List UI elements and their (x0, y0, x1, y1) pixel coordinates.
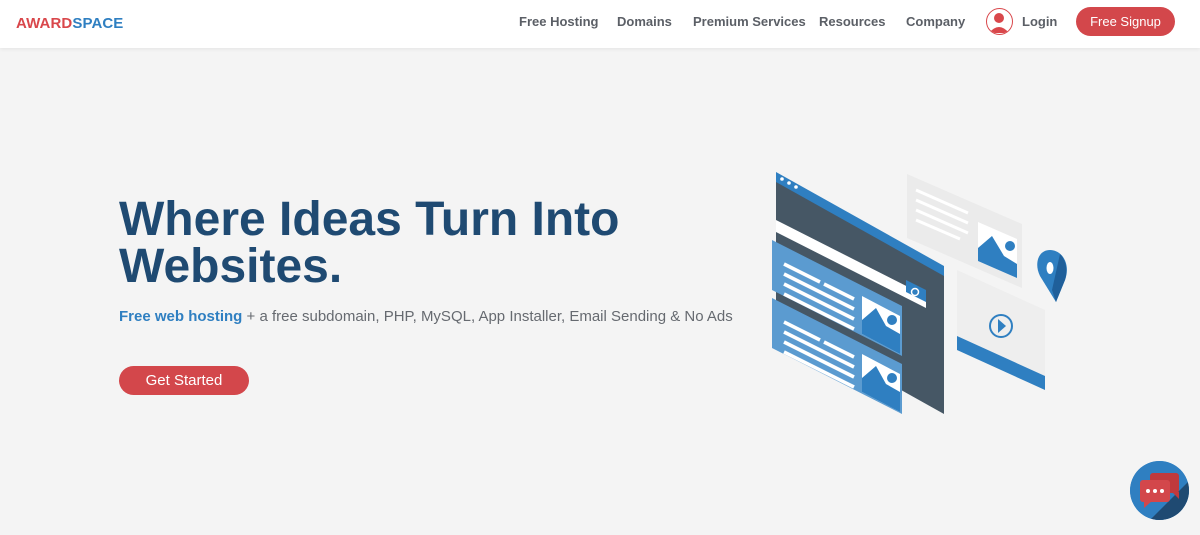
login-link[interactable]: Login (1022, 14, 1057, 29)
hero-subtitle-text: + a free subdomain, PHP, MySQL, App Inst… (242, 308, 733, 325)
nav-domains[interactable]: Domains (617, 14, 672, 29)
nav-company[interactable]: Company (906, 14, 965, 29)
nav-resources[interactable]: Resources (819, 14, 885, 29)
logo-part-space: SPACE (72, 15, 124, 32)
get-started-button[interactable]: Get Started (119, 366, 249, 395)
user-avatar-icon[interactable] (986, 8, 1013, 35)
website-builder-illustration (760, 160, 1080, 430)
hero-subtitle: Free web hosting + a free subdomain, PHP… (119, 308, 733, 325)
free-web-hosting-link[interactable]: Free web hosting (119, 308, 242, 325)
nav-premium-services[interactable]: Premium Services (693, 14, 806, 29)
hero-title: Where Ideas Turn Into Websites. (119, 193, 620, 293)
chat-bubbles-icon[interactable] (1130, 461, 1189, 520)
awardspace-logo[interactable]: AWARDSPACE (16, 15, 123, 32)
free-signup-button[interactable]: Free Signup (1076, 7, 1175, 36)
nav-free-hosting[interactable]: Free Hosting (519, 14, 598, 29)
site-header: AWARDSPACE Free Hosting Domains Premium … (0, 0, 1200, 48)
logo-part-award: AWARD (16, 15, 73, 32)
